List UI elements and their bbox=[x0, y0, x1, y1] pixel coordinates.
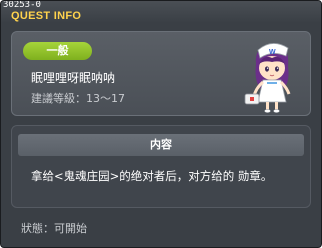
quest-description: 拿给<鬼魂庄园>的绝对者后，对方给的 勋章。 bbox=[31, 169, 273, 183]
quest-details-panel: 内容 拿给<鬼魂庄园>的绝对者后，对方给的 勋章。 bbox=[11, 125, 311, 208]
quest-summary-panel: 一般 眠哩哩呀眠呐呐 建議等級：13～17 W bbox=[11, 31, 311, 116]
svg-text:W: W bbox=[269, 49, 276, 56]
quest-status: 狀態：可開始 bbox=[21, 222, 87, 235]
window-title: QUEST INFO bbox=[11, 10, 82, 22]
title-bar[interactable]: 30253-0 QUEST INFO bbox=[1, 0, 321, 23]
nurse-npc-icon: W bbox=[244, 43, 291, 113]
recommended-level: 建議等級：13～17 bbox=[31, 92, 125, 105]
quest-name: 眠哩哩呀眠呐呐 bbox=[31, 71, 116, 85]
quest-type-badge: 一般 bbox=[23, 42, 92, 60]
quest-id: 30253-0 bbox=[3, 0, 41, 10]
details-header: 内容 bbox=[18, 134, 304, 156]
quest-info-window: 30253-0 QUEST INFO 一般 眠哩哩呀眠呐呐 建議等級：13～17… bbox=[0, 0, 322, 248]
